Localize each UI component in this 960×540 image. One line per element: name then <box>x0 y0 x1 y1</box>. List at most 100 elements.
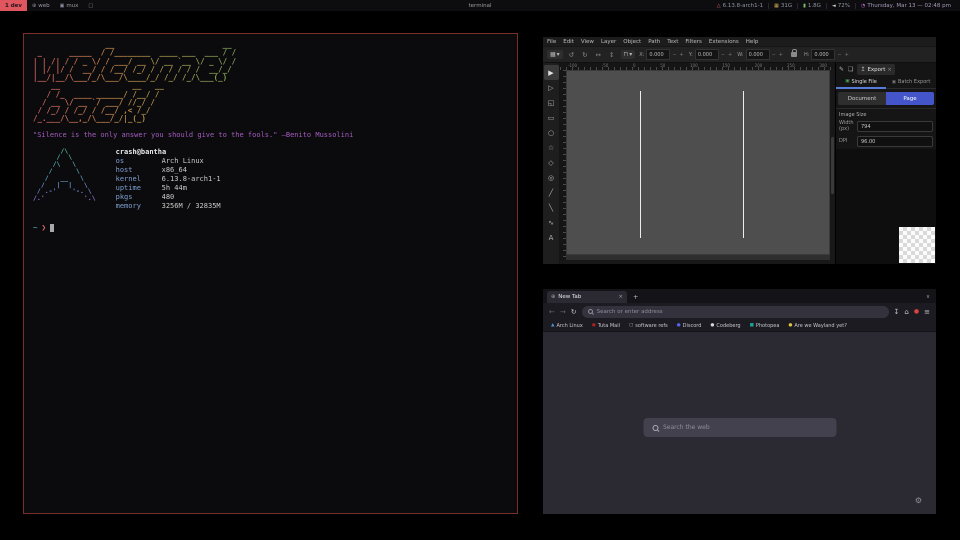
h-input[interactable]: 0.000 <box>811 49 835 60</box>
selection-mode-dropdown[interactable]: ▦ ▾ <box>547 50 563 59</box>
minus-button[interactable]: − <box>771 52 777 58</box>
star-tool[interactable]: ☆ <box>544 140 559 155</box>
spiral-tool[interactable]: ◎ <box>544 170 559 185</box>
page-button[interactable]: Page <box>886 92 934 105</box>
y-input[interactable]: 0.000 <box>695 49 719 60</box>
workspace-web[interactable]: ⊕ web <box>27 0 55 11</box>
menu-edit[interactable]: Edit <box>563 39 574 45</box>
tab-batch-export[interactable]: ▣ Batch Export <box>886 76 936 89</box>
bookmark-are-we-wayland-yet[interactable]: ●Are we Wayland yet? <box>788 323 846 329</box>
terminal-window[interactable]: __ __ _ _____ / /________ ____ ___ ___ /… <box>23 33 518 514</box>
bookmark-arch-linux[interactable]: ▲Arch Linux <box>551 323 583 329</box>
flip-vertical-icon[interactable]: ↕ <box>607 51 616 59</box>
scrollbar-thumb[interactable] <box>831 137 834 194</box>
ruler-label: -100 <box>568 63 577 68</box>
selector-tool[interactable]: ▶ <box>544 65 559 80</box>
x-input[interactable]: 0.000 <box>646 49 670 60</box>
node-tool[interactable]: ▷ <box>544 80 559 95</box>
canvas[interactable] <box>566 70 830 260</box>
ruler-label: 0 <box>633 63 636 68</box>
clock-icon: ◔ <box>861 3 865 9</box>
layers-icon[interactable]: ❏ <box>848 66 853 73</box>
url-bar[interactable] <box>582 306 889 318</box>
horizontal-scrollbar[interactable] <box>560 260 835 264</box>
menu-object[interactable]: Object <box>623 39 641 45</box>
download-icon[interactable]: ↧ <box>894 308 900 316</box>
plus-button[interactable]: + <box>727 52 733 58</box>
drawn-stroke[interactable] <box>743 91 744 237</box>
width-input[interactable] <box>857 121 933 132</box>
home-icon[interactable]: ⌂ <box>904 308 908 316</box>
menu-path[interactable]: Path <box>648 39 660 45</box>
x-field: X: 0.000 − + <box>639 49 685 60</box>
pen-tool[interactable]: ╲ <box>544 200 559 215</box>
bookmark-folder-software-refs[interactable]: ▢software refs <box>629 323 668 329</box>
user-host: crash@bantha <box>116 148 221 157</box>
pencil-tool[interactable]: ╱ <box>544 185 559 200</box>
drawn-stroke[interactable] <box>640 91 641 237</box>
menu-file[interactable]: File <box>547 39 556 45</box>
minus-button[interactable]: − <box>836 52 842 58</box>
menu-layer[interactable]: Layer <box>601 39 616 45</box>
w-input[interactable]: 0.000 <box>746 49 770 60</box>
lock-ratio-icon[interactable] <box>791 52 797 57</box>
calligraphy-tool[interactable]: ∿ <box>544 215 559 230</box>
export-dock-tab[interactable]: ↥ Export × <box>857 64 894 75</box>
menu-view[interactable]: View <box>581 39 594 45</box>
bookmark-codeberg[interactable]: ●Codeberg <box>710 323 740 329</box>
forward-button[interactable]: → <box>560 308 566 316</box>
browser-window: ⊕ New Tab × + ∨ ← → ↻ ↧ ⌂ ● ≡ ▲Arch Linu… <box>543 289 936 514</box>
workspace-empty[interactable]: □ <box>83 0 98 11</box>
box-3d-tool[interactable]: ◇ <box>544 155 559 170</box>
gear-icon[interactable]: ⚙ <box>915 496 922 505</box>
fetch-label: uptime <box>116 184 162 193</box>
menu-filters[interactable]: Filters <box>685 39 702 45</box>
web-search-bar[interactable] <box>643 418 836 437</box>
rectangle-tool[interactable]: ▭ <box>544 110 559 125</box>
plus-button[interactable]: + <box>844 52 850 58</box>
workspace-mux[interactable]: ▣ mux <box>55 0 84 11</box>
plus-button[interactable]: + <box>679 52 685 58</box>
workspace-dev[interactable]: 1 dev <box>0 0 27 11</box>
menu-help[interactable]: Help <box>746 39 759 45</box>
shape-builder-tool[interactable]: ◱ <box>544 95 559 110</box>
fetch-label: pkgs <box>116 193 162 202</box>
rotate-cw-icon[interactable]: ↻ <box>580 51 589 59</box>
fetch-row: uptime5h 44m <box>116 184 221 193</box>
minus-button[interactable]: − <box>671 52 677 58</box>
menu-icon[interactable]: ≡ <box>924 308 930 316</box>
back-button[interactable]: ← <box>549 308 555 316</box>
tab-new-tab[interactable]: ⊕ New Tab × <box>547 291 627 303</box>
dpi-input[interactable] <box>857 136 933 147</box>
close-tab-icon[interactable]: × <box>618 294 623 300</box>
bookmark-photopea[interactable]: ■Photopea <box>750 323 780 329</box>
flip-horizontal-icon[interactable]: ↔ <box>594 51 603 59</box>
document-button[interactable]: Document <box>838 92 886 105</box>
rotate-ccw-icon[interactable]: ↺ <box>567 51 576 59</box>
text-tool[interactable]: A <box>544 230 559 245</box>
close-icon[interactable]: × <box>887 67 891 73</box>
ellipse-tool[interactable]: ○ <box>544 125 559 140</box>
web-search-input[interactable] <box>663 424 827 431</box>
menu-extensions[interactable]: Extensions <box>709 39 739 45</box>
bookmark-discord[interactable]: ●Discord <box>677 323 702 329</box>
volume-module[interactable]: ◄ 72% <box>826 3 855 9</box>
plus-button[interactable]: + <box>778 52 784 58</box>
bookmark-tuta-mail[interactable]: ●Tuta Mail <box>592 323 620 329</box>
url-input[interactable] <box>597 309 883 315</box>
reload-button[interactable]: ↻ <box>571 308 577 316</box>
menu-text[interactable]: Text <box>667 39 678 45</box>
export-icon: ↥ <box>860 66 865 73</box>
batch-export-label: Batch Export <box>898 79 930 85</box>
y-label: Y: <box>689 52 693 58</box>
shell-prompt[interactable]: ~ ❯ <box>33 223 508 232</box>
calligraphy-tool-icon: ∿ <box>548 219 554 227</box>
bounding-box-dropdown[interactable]: ⊓ ▾ <box>621 50 636 59</box>
minus-button[interactable]: − <box>720 52 726 58</box>
extension-status-icon[interactable]: ● <box>914 308 919 315</box>
list-tabs-chevron-icon[interactable]: ∨ <box>926 294 932 300</box>
new-tab-button[interactable]: + <box>633 293 638 301</box>
tab-single-file[interactable]: ▣ Single File <box>836 76 886 89</box>
h-label: H: <box>804 52 809 58</box>
pencil-icon[interactable]: ✎ <box>839 66 844 73</box>
